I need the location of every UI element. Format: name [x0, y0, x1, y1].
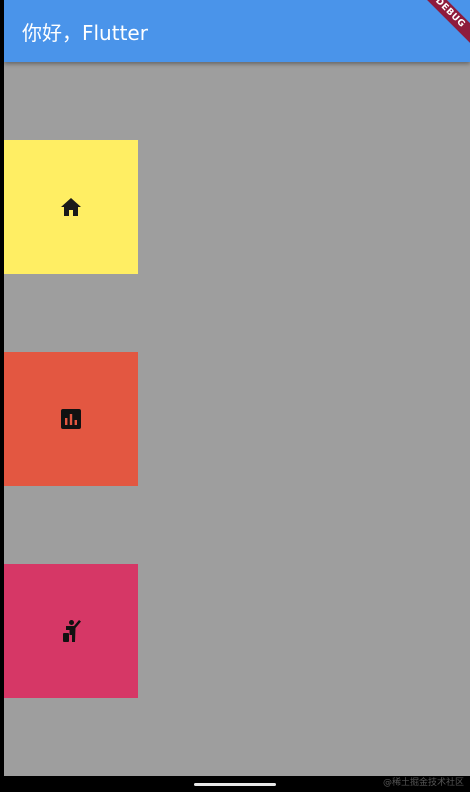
watermark-text: @稀土掘金技术社区	[382, 778, 464, 788]
app-bar-title: 你好，Flutter	[22, 21, 148, 45]
accessibility-person-icon	[63, 620, 81, 642]
app-screen: 你好，Flutter DEBUG	[4, 0, 470, 776]
app-bar: 你好，Flutter DEBUG	[4, 0, 470, 62]
accessibility-tile[interactable]	[4, 564, 138, 698]
bar-chart-icon	[61, 409, 81, 429]
debug-banner: DEBUG	[409, 0, 470, 54]
home-tile[interactable]	[4, 140, 138, 274]
home-icon	[61, 198, 81, 216]
chart-tile[interactable]	[4, 352, 138, 486]
system-navigation-bar: @稀土掘金技术社区	[0, 776, 470, 792]
home-indicator[interactable]	[194, 783, 276, 786]
